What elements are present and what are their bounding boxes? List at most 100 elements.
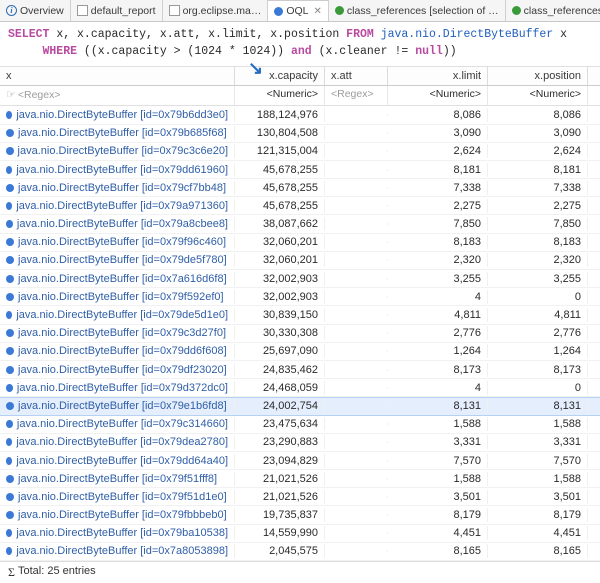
tab-class-references-1[interactable]: class_references [selection of … [329,0,506,21]
cell-att [325,114,388,116]
query-cond1: ((x.capacity > (1024 * 1024)) [77,45,291,58]
table-row[interactable]: java.nio.DirectByteBuffer [id=0x79de5d1e… [0,306,600,324]
table-row[interactable]: java.nio.DirectByteBuffer [id=0x79a8cbee… [0,215,600,233]
query-class: java.nio.DirectByteBuffer [374,28,553,41]
cell-position: 4,451 [488,526,588,540]
cell-position: 8,165 [488,544,588,558]
close-icon[interactable]: ✕ [314,6,322,17]
table-row[interactable]: java.nio.DirectByteBuffer [id=0x79cf7bb4… [0,179,600,197]
filter-capacity[interactable]: <Numeric> [235,86,325,105]
table-row[interactable]: java.nio.DirectByteBuffer [id=0x79c3c6e2… [0,143,600,161]
cell-limit: 8,165 [388,544,488,558]
report-icon [169,5,180,16]
cell-position: 3,331 [488,435,588,449]
cell-att [325,150,388,152]
cell-x: java.nio.DirectByteBuffer [id=0x79dd64a4… [0,454,235,468]
cell-limit: 7,338 [388,181,488,195]
cell-x: java.nio.DirectByteBuffer [id=0x79cf7bb4… [0,181,235,195]
cell-att [325,532,388,534]
kw-from: FROM [346,28,374,41]
cell-limit: 8,173 [388,363,488,377]
hand-icon: ☞ [6,88,16,101]
table-row[interactable]: java.nio.DirectByteBuffer [id=0x79f96c46… [0,234,600,252]
tab-overview[interactable]: iOverview [0,0,71,21]
cell-capacity: 38,087,662 [235,217,325,231]
col-header-capacity[interactable]: ↘x.capacity [235,67,325,85]
cell-position: 2,320 [488,253,588,267]
table-row[interactable]: java.nio.DirectByteBuffer [id=0x79dd6196… [0,161,600,179]
cell-x: java.nio.DirectByteBuffer [id=0x79de5d1e… [0,308,235,322]
cell-position: 8,181 [488,163,588,177]
table-row[interactable]: java.nio.DirectByteBuffer [id=0x79f51d1e… [0,488,600,506]
col-header-limit[interactable]: x.limit [388,67,488,85]
cell-att [325,314,388,316]
cell-limit: 4,811 [388,308,488,322]
oql-editor[interactable]: SELECT x, x.capacity, x.att, x.limit, x.… [0,22,600,67]
filter-pos-text: <Numeric> [530,88,581,100]
cell-att [325,205,388,207]
table-row[interactable]: java.nio.DirectByteBuffer [id=0x79d372dc… [0,379,600,397]
cell-x: java.nio.DirectByteBuffer [id=0x79dea278… [0,435,235,449]
table-row[interactable]: java.nio.DirectByteBuffer [id=0x7a616d6f… [0,270,600,288]
col-header-position[interactable]: x.position [488,67,588,85]
table-row[interactable]: java.nio.DirectByteBuffer [id=0x79c3d27f… [0,325,600,343]
cell-x: java.nio.DirectByteBuffer [id=0x79b685f6… [0,126,235,140]
cell-position: 7,338 [488,181,588,195]
table-row[interactable]: java.nio.DirectByteBuffer [id=0x79df2302… [0,361,600,379]
cell-x: java.nio.DirectByteBuffer [id=0x79a97136… [0,199,235,213]
cell-att [325,369,388,371]
cell-capacity: 121,315,004 [235,144,325,158]
cell-capacity: 23,290,883 [235,435,325,449]
cell-x: java.nio.DirectByteBuffer [id=0x79dd6196… [0,163,235,177]
cell-position: 0 [488,290,588,304]
tab-default-report[interactable]: default_report [71,0,163,21]
cell-capacity: 32,060,201 [235,235,325,249]
table-row[interactable]: java.nio.DirectByteBuffer [id=0x79de5f78… [0,252,600,270]
tab-class-references-2[interactable]: class_references [sele [506,0,600,21]
table-row[interactable]: java.nio.DirectByteBuffer [id=0x79dd64a4… [0,452,600,470]
table-row[interactable]: java.nio.DirectByteBuffer [id=0x79dea278… [0,434,600,452]
cell-x: java.nio.DirectByteBuffer [id=0x7a616d6f… [0,272,235,286]
table-row[interactable]: java.nio.DirectByteBuffer [id=0x79ba1053… [0,525,600,543]
cell-position: 8,173 [488,363,588,377]
tab-label: OQL [286,5,308,17]
cell-position: 2,776 [488,326,588,340]
filter-x[interactable]: ☞<Regex> [0,86,235,105]
filter-limit[interactable]: <Numeric> [388,86,488,105]
table-row[interactable]: java.nio.DirectByteBuffer [id=0x79dd6f60… [0,343,600,361]
cell-limit: 8,131 [388,399,488,413]
cell-att [325,241,388,243]
cell-x: java.nio.DirectByteBuffer [id=0x79a8cbee… [0,217,235,231]
table-row[interactable]: java.nio.DirectByteBuffer [id=0x79c31466… [0,416,600,434]
cell-position: 8,131 [488,399,588,413]
table-row[interactable]: java.nio.DirectByteBuffer [id=0x79fbbbeb… [0,506,600,524]
cell-capacity: 23,475,634 [235,417,325,431]
cell-capacity: 24,468,059 [235,381,325,395]
filter-position[interactable]: <Numeric> [488,86,588,105]
table-row[interactable]: java.nio.DirectByteBuffer [id=0x79f592ef… [0,288,600,306]
tab-oql[interactable]: OQL ✕ [268,0,329,21]
cell-x: java.nio.DirectByteBuffer [id=0x79c3d27f… [0,326,235,340]
tab-eclipse[interactable]: org.eclipse.ma… [163,0,269,21]
cell-limit: 8,181 [388,163,488,177]
filter-att[interactable]: <Regex> [325,86,388,105]
filter-x-text: <Regex> [18,89,61,101]
table-row[interactable]: java.nio.DirectByteBuffer [id=0x79f51fff… [0,470,600,488]
cell-position: 3,090 [488,126,588,140]
table-row[interactable]: java.nio.DirectByteBuffer [id=0x79a97136… [0,197,600,215]
cell-x: java.nio.DirectByteBuffer [id=0x79f51d1e… [0,490,235,504]
table-row[interactable]: java.nio.DirectByteBuffer [id=0x79e1b6fd… [0,397,600,415]
cell-capacity: 30,330,308 [235,326,325,340]
col-pos-text: x.position [535,70,581,82]
cell-limit: 2,624 [388,144,488,158]
cell-x: java.nio.DirectByteBuffer [id=0x79f592ef… [0,290,235,304]
kw-select: SELECT [8,28,49,41]
col-header-att[interactable]: x.att [325,67,388,85]
cell-x: java.nio.DirectByteBuffer [id=0x79dd6f60… [0,344,235,358]
cell-limit: 3,090 [388,126,488,140]
table-row[interactable]: java.nio.DirectByteBuffer [id=0x79b685f6… [0,125,600,143]
table-row[interactable]: java.nio.DirectByteBuffer [id=0x79b6dd3e… [0,106,600,124]
filter-lim-text: <Numeric> [430,88,481,100]
col-header-x[interactable]: x [0,67,235,85]
cell-capacity: 14,559,990 [235,526,325,540]
